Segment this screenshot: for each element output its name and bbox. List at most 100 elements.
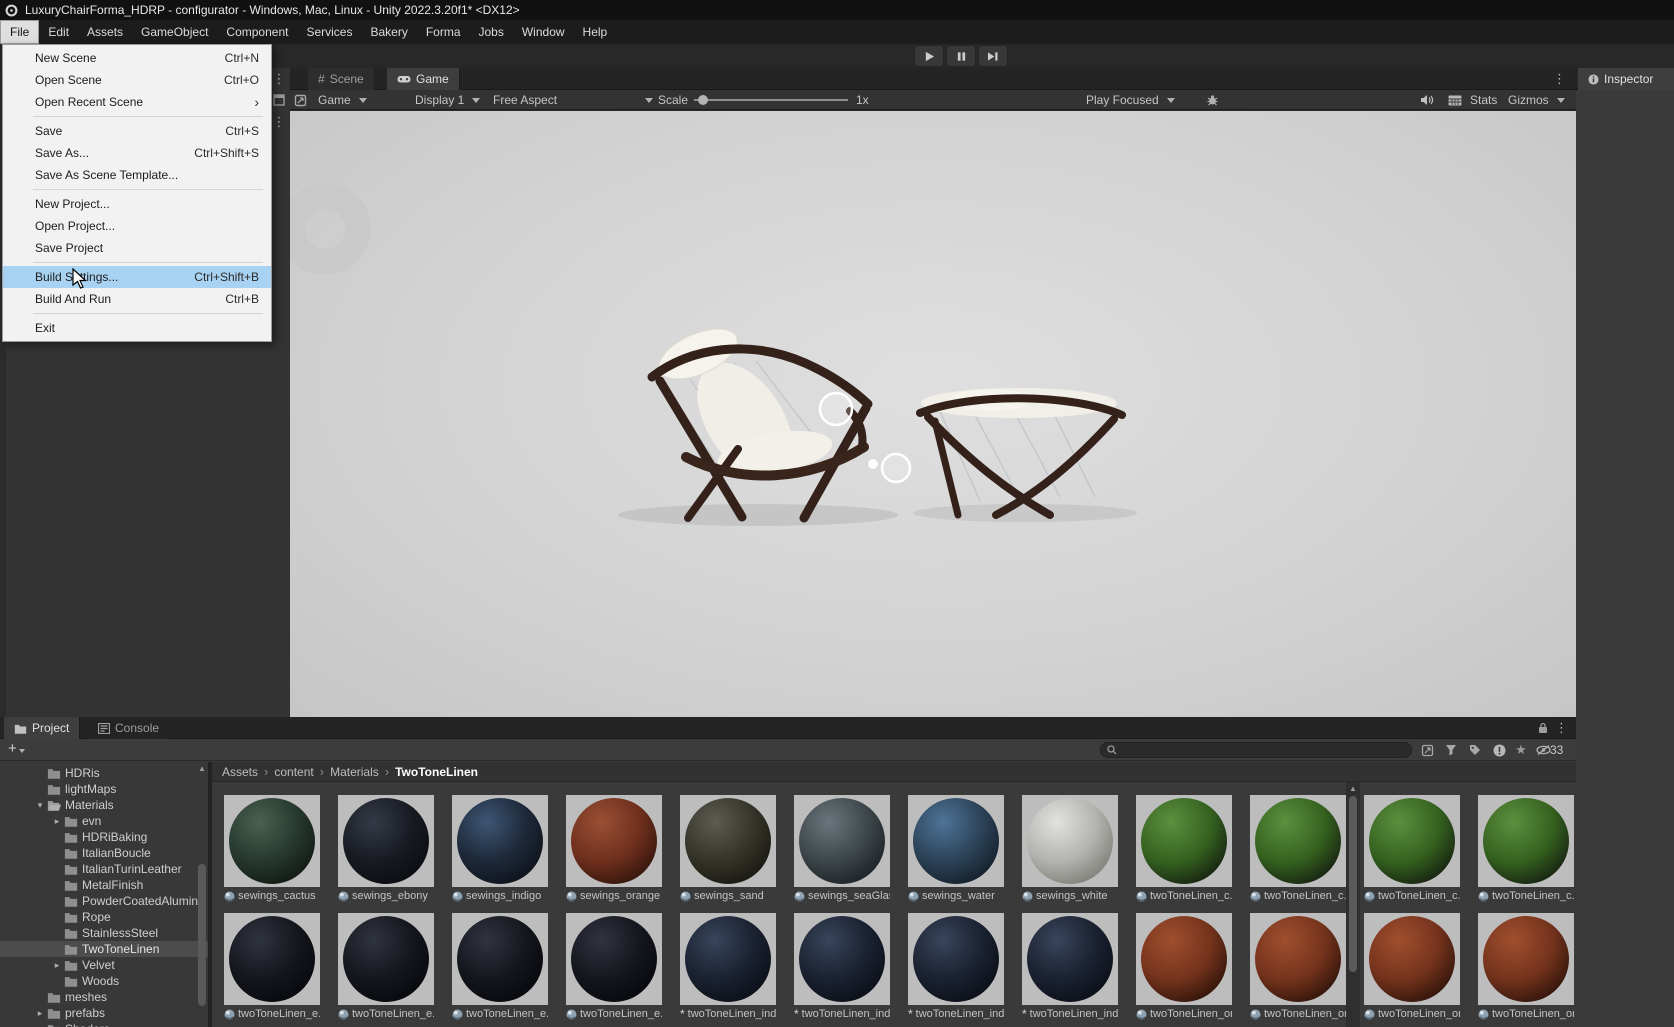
- panel-menu-icon[interactable]: ⋮: [273, 115, 286, 128]
- breadcrumb-segment[interactable]: Assets: [222, 765, 258, 779]
- menu-file[interactable]: File: [0, 20, 39, 44]
- tree-scrollbar[interactable]: [196, 762, 208, 1027]
- tree-item-metalfinish[interactable]: MetalFinish: [0, 877, 208, 893]
- menu-help[interactable]: Help: [574, 20, 617, 44]
- scale-slider-track[interactable]: [694, 99, 848, 101]
- alert-icon[interactable]: [1490, 742, 1508, 758]
- menu-assets[interactable]: Assets: [78, 20, 132, 44]
- aspect-ratio-dropdown[interactable]: Free Aspect: [493, 90, 653, 110]
- debug-bug-icon[interactable]: [1206, 90, 1219, 110]
- render-target-icon[interactable]: [294, 90, 307, 110]
- menu-item-exit[interactable]: Exit: [3, 317, 271, 339]
- step-button[interactable]: [978, 45, 1008, 67]
- asset-tile[interactable]: sewings_water: [908, 795, 1004, 903]
- asset-tile[interactable]: sewings_ebony: [338, 795, 434, 903]
- asset-tile[interactable]: sewings_indigo: [452, 795, 548, 903]
- tree-item-shaders[interactable]: Shaders: [0, 1021, 208, 1027]
- asset-tile[interactable]: twoToneLinen_c...: [1250, 795, 1346, 903]
- menu-gameobject[interactable]: GameObject: [132, 20, 217, 44]
- tree-item-velvet[interactable]: ▸Velvet: [0, 957, 208, 973]
- asset-tile[interactable]: sewings_sand: [680, 795, 776, 903]
- grid-scroll-up-icon[interactable]: ▲: [1348, 784, 1358, 793]
- tree-item-woods[interactable]: Woods: [0, 973, 208, 989]
- asset-tile[interactable]: twoToneLinen_e...: [566, 913, 662, 1021]
- breadcrumb-segment[interactable]: content: [274, 765, 313, 779]
- tree-scrollbar-thumb[interactable]: [198, 864, 206, 1006]
- asset-tile[interactable]: twoToneLinen_or...: [1478, 913, 1574, 1021]
- menu-item-open-scene[interactable]: Open SceneCtrl+O: [3, 69, 271, 91]
- tree-item-twotonelinen[interactable]: TwoToneLinen: [0, 941, 208, 957]
- stats-toggle[interactable]: Stats: [1470, 90, 1497, 110]
- menu-item-open-project[interactable]: Open Project...: [3, 215, 271, 237]
- asset-tile[interactable]: twoToneLinen_e...: [224, 913, 320, 1021]
- display-dropdown[interactable]: Display 1: [415, 90, 480, 110]
- grid-scrollbar-thumb[interactable]: [1349, 796, 1357, 972]
- asset-tile[interactable]: twoToneLinen_c...: [1478, 795, 1574, 903]
- lock-icon[interactable]: [1538, 722, 1548, 734]
- menu-item-save[interactable]: SaveCtrl+S: [3, 120, 271, 142]
- asset-tile[interactable]: twoToneLinen_c...: [1364, 795, 1460, 903]
- asset-tile[interactable]: *twoToneLinen_ind...: [1022, 913, 1118, 1021]
- menu-item-save-as[interactable]: Save As...Ctrl+Shift+S: [3, 142, 271, 164]
- filter-label-icon[interactable]: [1466, 742, 1484, 758]
- menu-bakery[interactable]: Bakery: [361, 20, 416, 44]
- menu-item-save-as-scene-template[interactable]: Save As Scene Template...: [3, 164, 271, 186]
- tree-item-hdribaking[interactable]: HDRiBaking: [0, 829, 208, 845]
- asset-tile[interactable]: *twoToneLinen_ind...: [794, 913, 890, 1021]
- tree-item-hdris[interactable]: HDRis: [0, 765, 208, 781]
- asset-tile[interactable]: sewings_orange: [566, 795, 662, 903]
- tree-expand-icon[interactable]: ▸: [50, 816, 64, 827]
- tab-project[interactable]: Project: [4, 717, 80, 739]
- menu-item-new-project[interactable]: New Project...: [3, 193, 271, 215]
- asset-tile[interactable]: twoToneLinen_e...: [338, 913, 434, 1021]
- mute-audio-icon[interactable]: [1420, 90, 1434, 110]
- game-display-mode-dropdown[interactable]: Game: [318, 90, 367, 110]
- game-view-menu-icon[interactable]: ⋮: [1553, 72, 1566, 85]
- asset-tile[interactable]: twoToneLinen_or...: [1250, 913, 1346, 1021]
- pause-button[interactable]: [946, 45, 976, 67]
- asset-tile[interactable]: sewings_seaGlass: [794, 795, 890, 903]
- menu-services[interactable]: Services: [297, 20, 361, 44]
- asset-tile[interactable]: sewings_cactus: [224, 795, 320, 903]
- menu-jobs[interactable]: Jobs: [470, 20, 513, 44]
- menu-item-save-project[interactable]: Save Project: [3, 237, 271, 259]
- play-button[interactable]: [914, 45, 944, 67]
- play-focused-dropdown[interactable]: Play Focused: [1086, 90, 1175, 110]
- asset-tile[interactable]: *twoToneLinen_ind...: [908, 913, 1004, 1021]
- tree-item-stainlesssteel[interactable]: StainlessSteel: [0, 925, 208, 941]
- menu-item-build-and-run[interactable]: Build And RunCtrl+B: [3, 288, 271, 310]
- menu-component[interactable]: Component: [217, 20, 297, 44]
- tree-expand-icon[interactable]: ▸: [50, 960, 64, 971]
- asset-tile[interactable]: *twoToneLinen_ind...: [680, 913, 776, 1021]
- panel-menu-icon[interactable]: ⋮: [273, 72, 286, 85]
- tree-item-rope[interactable]: Rope: [0, 909, 208, 925]
- grid-scrollbar[interactable]: ▲: [1346, 782, 1360, 1027]
- tree-item-italianturinleather[interactable]: ItalianTurinLeather: [0, 861, 208, 877]
- asset-tile[interactable]: twoToneLinen_c...: [1136, 795, 1232, 903]
- tree-item-prefabs[interactable]: ▸prefabs: [0, 1005, 208, 1021]
- tab-console[interactable]: Console: [88, 717, 169, 739]
- favorites-star-icon[interactable]: ★: [1512, 742, 1530, 758]
- gizmos-dropdown[interactable]: Gizmos: [1508, 90, 1565, 110]
- menu-forma[interactable]: Forma: [417, 20, 470, 44]
- menu-item-build-settings[interactable]: Build Settings...Ctrl+Shift+B: [3, 266, 271, 288]
- search-input[interactable]: [1121, 744, 1391, 756]
- open-search-icon[interactable]: [1418, 742, 1436, 758]
- project-menu-icon[interactable]: ⋮: [1555, 721, 1568, 734]
- breadcrumb-segment[interactable]: Materials: [330, 765, 379, 779]
- scale-slider-knob[interactable]: [698, 95, 708, 105]
- game-viewport[interactable]: [290, 111, 1576, 717]
- tree-item-evn[interactable]: ▸evn: [0, 813, 208, 829]
- breadcrumb-segment[interactable]: TwoToneLinen: [395, 765, 478, 779]
- tree-item-materials[interactable]: ▾Materials: [0, 797, 208, 813]
- tree-item-italianboucle[interactable]: ItalianBoucle: [0, 845, 208, 861]
- asset-tile[interactable]: twoToneLinen_or...: [1136, 913, 1232, 1021]
- asset-tile[interactable]: twoToneLinen_e...: [452, 913, 548, 1021]
- tree-item-powdercoatedalumin[interactable]: PowderCoatedAlumin: [0, 893, 208, 909]
- menu-edit[interactable]: Edit: [39, 20, 78, 44]
- menu-item-open-recent-scene[interactable]: Open Recent Scene›: [3, 91, 271, 113]
- tree-item-lightmaps[interactable]: lightMaps: [0, 781, 208, 797]
- tree-item-meshes[interactable]: meshes: [0, 989, 208, 1005]
- menu-window[interactable]: Window: [513, 20, 574, 44]
- tab-scene[interactable]: # Scene: [308, 68, 375, 90]
